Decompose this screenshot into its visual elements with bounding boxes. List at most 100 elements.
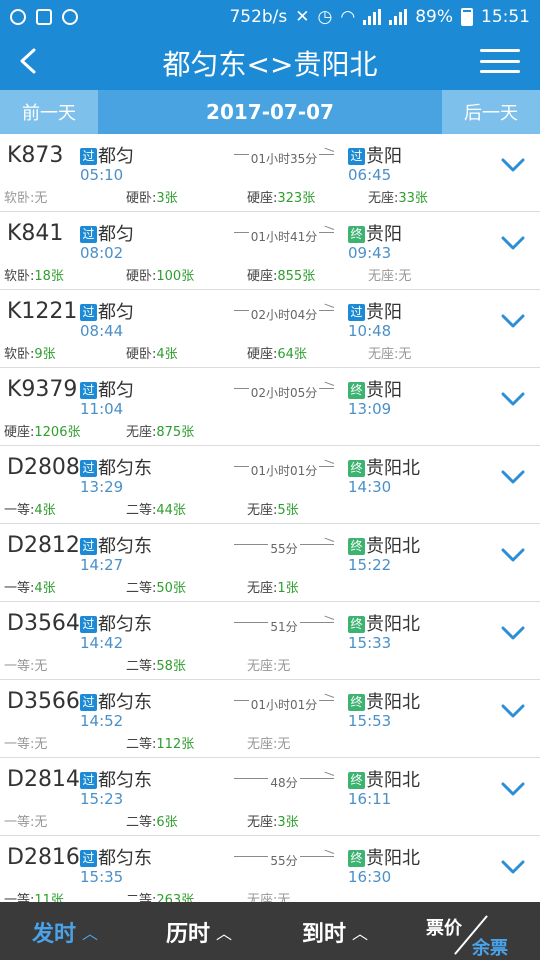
seat-availability: 无座:无 [368,265,411,284]
seat-count: 50张 [156,581,186,596]
arrival-station: 终贵阳北 [348,454,420,480]
duration-text: 02小时04分 [234,306,334,323]
duration-text: 01小时41分 [234,228,334,245]
train-row[interactable]: K9379 过都匀 11:04 02小时05分 终贵阳 13:09 硬座:120… [0,368,540,446]
arrival-time: 09:43 [348,244,392,262]
duration-value: 55分 [268,542,300,556]
station-badge: 终 [348,772,365,789]
expand-button[interactable] [500,234,526,256]
departure-station-name: 都匀东 [98,614,152,635]
expand-button[interactable] [500,858,526,880]
seat-availability: 无座:无 [247,655,290,674]
menu-button[interactable] [480,45,520,77]
date-bar: 前一天 2017-07-07 后一天 [0,90,540,134]
seat-summary: 一等:4张 二等:50张 无座:1张 [4,577,484,597]
station-badge: 终 [348,226,365,243]
seat-availability: 硬座:855张 [247,265,315,284]
seat-type-label: 一等: [4,581,35,596]
pass-badge: 过 [80,226,97,243]
seat-type-label: 软卧: [4,269,35,284]
seat-count: 4张 [34,503,56,518]
sort-by-depart-button[interactable]: 发时 ︿ [32,916,98,948]
train-row[interactable]: D2814 过都匀东 15:23 48分 终贵阳北 16:11 一等:无 二等:6… [0,758,540,836]
expand-button[interactable] [500,468,526,490]
seat-availability: 软卧:18张 [4,265,64,284]
duration-text: 02小时05分 [234,384,334,401]
train-row[interactable]: D2808 过都匀东 13:29 01小时01分 终贵阳北 14:30 一等:4… [0,446,540,524]
arrival-station: 终贵阳 [348,220,402,246]
train-row[interactable]: K873 过都匀 05:10 01小时35分 过贵阳 06:45 软卧:无 硬卧:… [0,134,540,212]
seat-count: 无 [398,347,412,362]
pass-badge: 过 [80,694,97,711]
seat-summary: 硬座:1206张 无座:875张 [4,421,484,441]
train-row[interactable]: K841 过都匀 08:02 01小时41分 终贵阳 09:43 软卧:18张 硬… [0,212,540,290]
train-number: D3564 [7,611,80,636]
sort-by-duration-button[interactable]: 历时 ︿ [166,916,232,948]
departure-time: 08:44 [80,322,124,340]
departure-station: 过都匀东 [80,688,152,714]
departure-time: 08:02 [80,244,124,262]
seat-count: 无 [277,737,291,752]
departure-station-name: 都匀 [98,224,134,245]
expand-button[interactable] [500,702,526,724]
departure-station: 过都匀东 [80,844,152,870]
train-row[interactable]: D3566 过都匀东 14:52 01小时01分 终贵阳北 15:53 一等:无… [0,680,540,758]
pass-badge: 过 [80,382,97,399]
seat-count: 18张 [34,269,64,284]
chevron-down-icon [501,704,525,718]
duration-text: 55分 [234,852,334,869]
seat-count: 875张 [156,425,195,440]
price-remaining-toggle[interactable]: 票价 余票 [420,906,530,960]
sort-bar: 发时 ︿ 历时 ︿ 到时 ︿ 票价 余票 [0,902,540,960]
seat-type-label: 二等: [126,737,157,752]
arrival-station-name: 贵阳北 [366,848,420,869]
train-row[interactable]: K1221 过都匀 08:44 02小时04分 过贵阳 10:48 软卧:9张硬… [0,290,540,368]
departure-station: 过都匀 [80,298,134,324]
next-day-button[interactable]: 后一天 [442,90,540,134]
duration-value: 48分 [268,776,300,790]
seat-availability: 二等:44张 [126,499,186,518]
duration-value: 51分 [268,620,300,634]
expand-button[interactable] [500,780,526,802]
signal-icon-2 [389,8,408,25]
departure-station: 过都匀东 [80,532,152,558]
station-badge: 过 [348,148,365,165]
seat-availability: 一等:4张 [4,499,56,518]
sort-depart-label: 发时 [32,922,77,947]
seat-availability: 一等:无 [4,655,47,674]
seat-availability: 无座:5张 [247,499,299,518]
seat-count: 64张 [277,347,307,362]
page-title: 都匀东<>贵阳北 [162,48,378,81]
seat-type-label: 无座: [368,191,399,206]
expand-button[interactable] [500,546,526,568]
duration: 01小时01分 [234,693,335,714]
seat-type-label: 无座: [247,581,278,596]
expand-button[interactable] [500,624,526,646]
duration-text: 01小时35分 [234,150,334,167]
arrival-station-name: 贵阳 [366,224,402,245]
chevron-up-icon: ︿ [352,924,369,943]
sort-by-arrive-button[interactable]: 到时 ︿ [302,916,368,948]
train-row[interactable]: D2812 过都匀东 14:27 55分 终贵阳北 15:22 一等:4张 二等:… [0,524,540,602]
expand-button[interactable] [500,156,526,178]
expand-button[interactable] [500,312,526,334]
seat-count: 6张 [156,815,178,830]
departure-station-name: 都匀东 [98,458,152,479]
seat-count: 5张 [277,503,299,518]
seat-count: 100张 [156,269,195,284]
arrival-time: 16:11 [348,790,392,808]
expand-button[interactable] [500,390,526,412]
station-badge: 终 [348,460,365,477]
departure-station-name: 都匀东 [98,692,152,713]
chevron-down-icon [501,392,525,406]
seat-summary: 一等:无 二等:6张 无座:3张 [4,811,484,831]
arrival-station: 终贵阳北 [348,532,420,558]
train-row[interactable]: D3564 过都匀东 14:42 51分 终贵阳北 15:33 一等:无 二等:5… [0,602,540,680]
seat-availability: 无座:无 [247,733,290,752]
alarm-icon: ◷ [317,6,333,27]
chevron-down-icon [501,782,525,796]
train-number: D2816 [7,845,80,870]
arrival-time: 15:33 [348,634,392,652]
seat-availability: 无座:3张 [247,811,299,830]
departure-station: 过都匀 [80,376,134,402]
